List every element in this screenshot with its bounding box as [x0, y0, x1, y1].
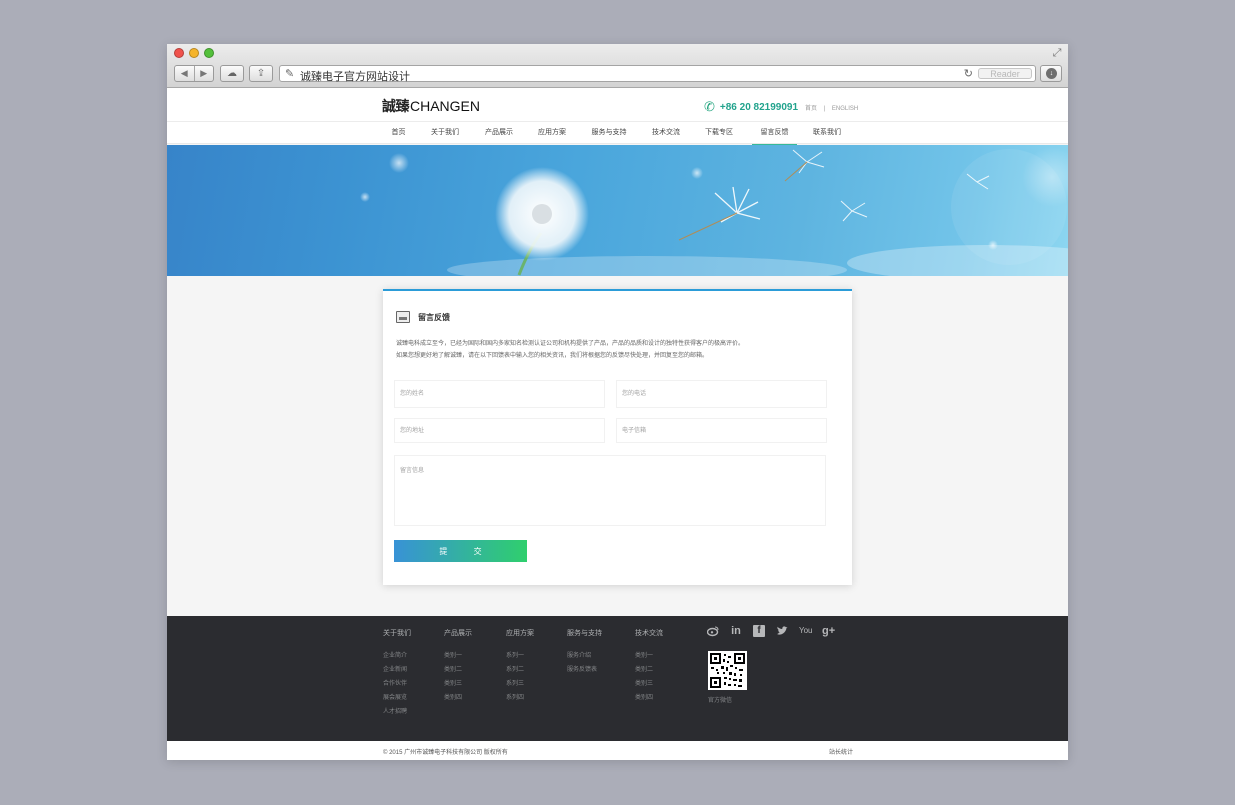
- nav-solutions[interactable]: 应用方案: [532, 122, 572, 146]
- footer-heading[interactable]: 关于我们: [383, 628, 411, 638]
- lang-separator: |: [823, 106, 826, 112]
- reload-icon[interactable]: ↻: [964, 67, 973, 80]
- close-window-icon[interactable]: [174, 48, 184, 58]
- site-icon: ✎: [285, 68, 295, 80]
- footer-link[interactable]: 企业新闻: [383, 663, 411, 677]
- qr-code-label: 官方微信: [708, 698, 733, 704]
- site-header: 誠臻 CHANGEN ✆ +86 20 82199091 首页 | ENGLIS…: [167, 88, 1068, 146]
- footer-link[interactable]: 类别一: [635, 649, 663, 663]
- footer-link[interactable]: 系列三: [506, 677, 534, 691]
- footer-link[interactable]: 类别一: [444, 649, 472, 663]
- footer-link[interactable]: 系列一: [506, 649, 534, 663]
- lang-english-link[interactable]: ENGLISH: [832, 106, 858, 112]
- feedback-title: 留言反馈: [418, 312, 450, 322]
- address-bar[interactable]: ✎ 诚臻电子官方网站设计 ↻ Reader: [279, 65, 1036, 84]
- footer-link[interactable]: 类别三: [635, 677, 663, 691]
- name-field[interactable]: [394, 380, 605, 408]
- back-icon[interactable]: ◀: [175, 66, 195, 81]
- submit-button[interactable]: 提 交: [394, 540, 527, 562]
- language-switch: 首页 | ENGLISH: [805, 103, 858, 112]
- nav-products[interactable]: 产品展示: [479, 122, 519, 146]
- hero-banner: [167, 145, 1068, 276]
- site-footer: 关于我们 企业简介 企业新闻 合作伙伴 展会展览 人才招聘 产品展示 类别一 类…: [167, 616, 1068, 741]
- lang-home-link[interactable]: 首页: [805, 106, 817, 112]
- feedback-header: 留言反馈: [396, 311, 450, 323]
- window-controls: [174, 48, 214, 58]
- nav-service[interactable]: 服务与支持: [584, 122, 634, 146]
- stats-link[interactable]: 站长统计: [829, 747, 853, 756]
- web-page: 誠臻 CHANGEN ✆ +86 20 82199091 首页 | ENGLIS…: [167, 88, 1068, 760]
- nav-downloads[interactable]: 下载专区: [699, 122, 739, 146]
- nav-tech[interactable]: 技术交流: [646, 122, 686, 146]
- url-text[interactable]: 诚臻电子官方网站设计: [300, 68, 410, 84]
- footer-link[interactable]: 展会展览: [383, 691, 411, 705]
- phone-number: +86 20 82199091: [719, 101, 799, 113]
- footer-link[interactable]: 类别二: [635, 663, 663, 677]
- youtube-icon[interactable]: You: [799, 625, 813, 637]
- download-icon: ↓: [1046, 68, 1057, 79]
- social-links: in f You g+: [706, 625, 845, 637]
- footer-link[interactable]: 类别二: [444, 663, 472, 677]
- footer-link[interactable]: 系列二: [506, 663, 534, 677]
- phone-contact: ✆ +86 20 82199091: [704, 99, 798, 115]
- intro-line-2: 如果您想更好地了解诚臻，请在以下回馈表中输入您的相关资讯，我们将根据您的反馈尽快…: [396, 353, 709, 359]
- footer-link[interactable]: 企业简介: [383, 649, 411, 663]
- forward-icon[interactable]: ▶: [195, 66, 214, 81]
- address-field[interactable]: [394, 418, 605, 443]
- monitor-icon: [396, 311, 410, 323]
- linkedin-icon[interactable]: in: [730, 625, 742, 637]
- footer-column-tech: 技术交流 类别一 类别二 类别三 类别四: [635, 628, 663, 705]
- intro-line-1: 诚臻电科成立至今，已经为国际和国内多家知名检测认证公司和机构提供了产品，产品的品…: [396, 341, 745, 347]
- copyright-text: © 2015 广州市诚臻电子科技有限公司 版权所有: [383, 750, 508, 756]
- share-icon[interactable]: ⇪: [249, 65, 273, 82]
- reader-button[interactable]: Reader: [978, 68, 1032, 79]
- fullscreen-icon[interactable]: ⤢: [1051, 47, 1063, 59]
- zoom-window-icon[interactable]: [204, 48, 214, 58]
- nav-about[interactable]: 关于我们: [425, 122, 465, 146]
- footer-link[interactable]: 服务反馈表: [567, 663, 602, 677]
- footer-link[interactable]: 服务介绍: [567, 649, 602, 663]
- footer-heading[interactable]: 应用方案: [506, 628, 534, 638]
- minimize-window-icon[interactable]: [189, 48, 199, 58]
- dandelion-banner-image: [360, 147, 1068, 276]
- qr-code-image: [708, 651, 747, 690]
- footer-link[interactable]: 合作伙伴: [383, 677, 411, 691]
- nav-home[interactable]: 首页: [382, 122, 415, 146]
- footer-column-about: 关于我们 企业简介 企业新闻 合作伙伴 展会展览 人才招聘: [383, 628, 411, 719]
- google-plus-icon[interactable]: g+: [822, 625, 835, 637]
- footer-link[interactable]: 类别四: [635, 691, 663, 705]
- main-nav: 首页 关于我们 产品展示 应用方案 服务与支持 技术交流 下载专区 留言反馈 联…: [167, 121, 1068, 146]
- site-logo[interactable]: 誠臻 CHANGEN: [382, 96, 480, 116]
- copyright-bar: © 2015 广州市诚臻电子科技有限公司 版权所有 站长统计: [167, 741, 1068, 760]
- browser-window: ⤢ ◀ ▶ ☁ ⇪ ✎ 诚臻电子官方网站设计 ↻ Reader ↓ 誠臻 CHA…: [167, 44, 1068, 760]
- footer-link[interactable]: 类别三: [444, 677, 472, 691]
- back-forward-buttons: ◀ ▶: [174, 65, 214, 82]
- phone-icon: ✆: [704, 99, 715, 114]
- footer-column-service: 服务与支持 服务介绍 服务反馈表: [567, 628, 602, 677]
- cloud-icon[interactable]: ☁: [220, 65, 244, 82]
- footer-link[interactable]: 系列四: [506, 691, 534, 705]
- logo-english: CHANGEN: [410, 98, 481, 114]
- footer-link[interactable]: 类别四: [444, 691, 472, 705]
- twitter-icon[interactable]: [776, 625, 788, 637]
- email-field[interactable]: [616, 418, 827, 443]
- facebook-icon[interactable]: f: [753, 625, 765, 637]
- feedback-card: 留言反馈 诚臻电科成立至今，已经为国际和国内多家知名检测认证公司和机构提供了产品…: [383, 289, 852, 585]
- logo-chinese: 誠臻: [382, 98, 410, 114]
- footer-link[interactable]: 人才招聘: [383, 705, 411, 719]
- feedback-intro: 诚臻电科成立至今，已经为国际和国内多家知名检测认证公司和机构提供了产品，产品的品…: [396, 338, 744, 362]
- footer-heading[interactable]: 产品展示: [444, 628, 472, 638]
- nav-feedback[interactable]: 留言反馈: [752, 122, 797, 146]
- nav-contact[interactable]: 联系我们: [807, 122, 847, 146]
- footer-heading[interactable]: 技术交流: [635, 628, 663, 638]
- weibo-icon[interactable]: [706, 625, 719, 637]
- browser-toolbar: ⤢ ◀ ▶ ☁ ⇪ ✎ 诚臻电子官方网站设计 ↻ Reader ↓: [167, 44, 1068, 88]
- footer-heading[interactable]: 服务与支持: [567, 628, 602, 638]
- download-button[interactable]: ↓: [1040, 65, 1062, 82]
- footer-column-products: 产品展示 类别一 类别二 类别三 类别四: [444, 628, 472, 705]
- phone-field[interactable]: [616, 380, 827, 408]
- footer-column-solutions: 应用方案 系列一 系列二 系列三 系列四: [506, 628, 534, 705]
- message-field[interactable]: [394, 455, 826, 526]
